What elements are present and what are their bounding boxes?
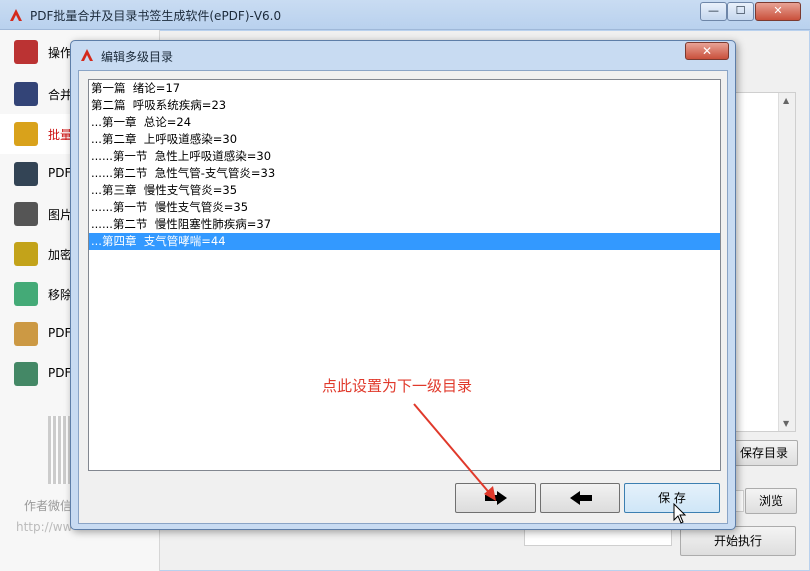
image-icon — [14, 202, 38, 226]
operation-icon — [14, 40, 38, 64]
toc-item[interactable]: ...第四章 支气管哮喘=44 — [89, 233, 720, 250]
dialog-title: 编辑多级目录 — [101, 50, 174, 64]
sidebar-item-label: PDF — [48, 326, 72, 340]
folder-icon — [14, 122, 38, 146]
background-scrollbar[interactable]: ▲ ▼ — [778, 93, 795, 431]
key-icon — [14, 362, 38, 386]
dialog-close-button[interactable]: ✕ — [685, 42, 729, 60]
toc-item[interactable]: ......第二节 慢性阻塞性肺疾病=37 — [89, 216, 720, 233]
dialog-titlebar: 编辑多级目录 ✕ — [71, 41, 735, 69]
start-button[interactable]: 开始执行 — [680, 526, 796, 556]
maximize-button[interactable]: ☐ — [727, 2, 754, 21]
toc-item[interactable]: 第一篇 绪论=17 — [89, 80, 720, 97]
scroll-up-icon[interactable]: ▲ — [783, 96, 789, 105]
toc-item[interactable]: ...第一章 总论=24 — [89, 114, 720, 131]
toc-item[interactable]: ......第一节 慢性支气管炎=35 — [89, 199, 720, 216]
close-button[interactable]: ✕ — [755, 2, 801, 21]
encrypt-icon — [14, 242, 38, 266]
browse-button[interactable]: 浏览 — [745, 488, 797, 514]
arrow-left-icon — [570, 491, 592, 505]
sidebar-item-label: 加密 — [48, 248, 73, 262]
mouse-cursor-icon — [673, 503, 687, 524]
main-titlebar: PDF批量合并及目录书签生成软件(ePDF)-V6.0 — ☐ ✕ — [0, 0, 810, 30]
sidebar-item-label: 批量 — [48, 128, 73, 142]
author-wechat-label: 作者微信 — [24, 499, 73, 513]
toc-item[interactable]: ...第二章 上呼吸道感染=30 — [89, 131, 720, 148]
pdf-lock-icon — [14, 322, 38, 346]
pdf-icon — [14, 162, 38, 186]
main-window-title: PDF批量合并及目录书签生成软件(ePDF)-V6.0 — [30, 9, 282, 23]
minimize-button[interactable]: — — [700, 2, 727, 21]
save-button[interactable]: 保 存 — [624, 483, 720, 513]
sidebar-item-label: 合并 — [48, 88, 73, 102]
save-toc-button[interactable]: 保存目录 — [730, 440, 798, 466]
remove-icon — [14, 282, 38, 306]
toc-item[interactable]: ......第一节 急性上呼吸道感染=30 — [89, 148, 720, 165]
sidebar-item-label: PDF — [48, 366, 72, 380]
app-logo-icon — [10, 9, 22, 21]
website-link[interactable]: http://ww — [16, 520, 72, 534]
merge-icon — [14, 82, 38, 106]
outdent-button[interactable] — [540, 483, 620, 513]
toc-item[interactable]: 第二篇 呼吸系统疾病=23 — [89, 97, 720, 114]
sidebar-item-label: 操作 — [48, 46, 73, 60]
sidebar-item-label: PDF — [48, 166, 72, 180]
annotation-arrow — [413, 403, 496, 501]
toc-item[interactable]: ......第二节 急性气管-支气管炎=33 — [89, 165, 720, 182]
sidebar-item-label: 图片 — [48, 208, 73, 222]
toc-item[interactable]: ...第三章 慢性支气管炎=35 — [89, 182, 720, 199]
sidebar-item-label: 移除 — [48, 288, 73, 302]
app-logo-icon — [81, 49, 93, 61]
scroll-down-icon[interactable]: ▼ — [783, 419, 789, 428]
